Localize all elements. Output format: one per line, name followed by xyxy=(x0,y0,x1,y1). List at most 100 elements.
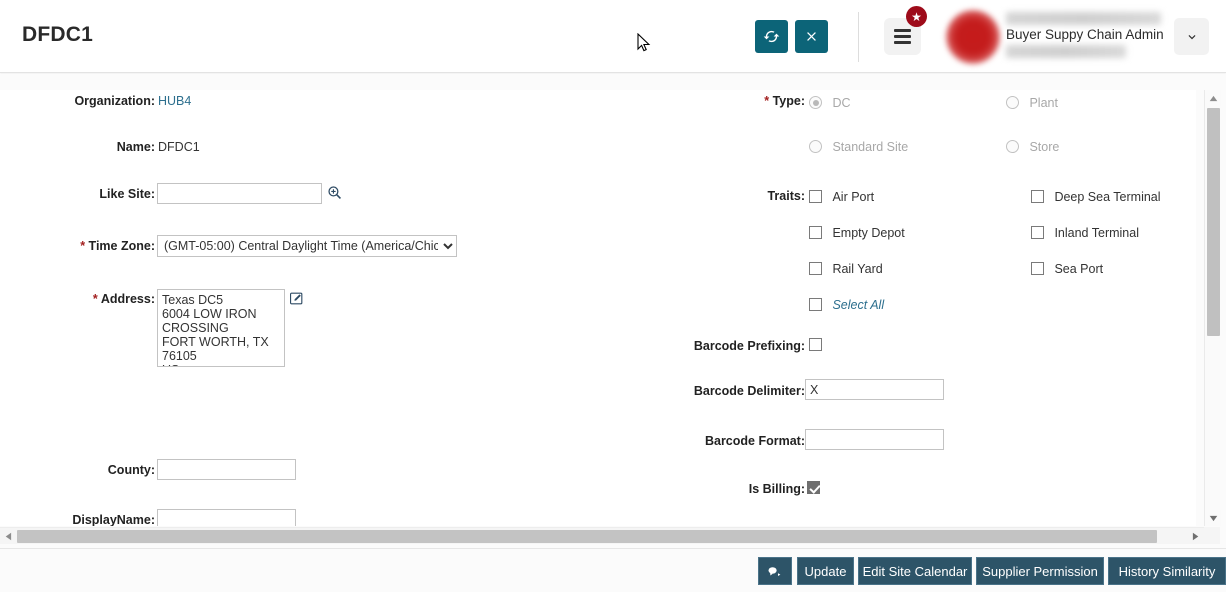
close-button[interactable] xyxy=(795,20,828,53)
address-edit-button[interactable] xyxy=(289,291,304,311)
form-right-column: * Type: DC Plant Standard Site Store Tra… xyxy=(600,90,1196,496)
site-detail-form: Organization: HUB4 Name: DFDC1 Like Site… xyxy=(0,90,1196,526)
chat-bubble-icon xyxy=(768,566,781,576)
trait-empty-depot[interactable]: Empty Depot xyxy=(809,224,905,242)
required-marker: * xyxy=(92,292,98,306)
update-button[interactable]: Update xyxy=(797,557,854,585)
required-marker: * xyxy=(764,94,770,108)
user-email-redacted xyxy=(1006,45,1126,58)
county-input[interactable] xyxy=(157,459,296,480)
trait-air-port[interactable]: Air Port xyxy=(809,188,874,206)
form-left-column: Organization: HUB4 Name: DFDC1 Like Site… xyxy=(0,90,600,526)
vertical-scrollbar[interactable] xyxy=(1204,90,1221,526)
type-option-standard-site[interactable]: Standard Site xyxy=(809,138,908,156)
trait-sea-port[interactable]: Sea Port xyxy=(1031,260,1103,278)
scroll-right-button[interactable] xyxy=(1187,528,1204,545)
user-name-redacted xyxy=(1006,12,1161,25)
barcode-prefixing-label: Barcode Prefixing: xyxy=(693,339,805,353)
hamburger-menu-icon xyxy=(894,26,911,47)
display-name-label: DisplayName: xyxy=(72,513,155,526)
trait-sea-port-label: Sea Port xyxy=(1054,261,1104,276)
supplier-permission-button[interactable]: Supplier Permission xyxy=(976,557,1104,585)
edit-site-calendar-button[interactable]: Edit Site Calendar xyxy=(858,557,972,585)
vertical-scrollbar-thumb[interactable] xyxy=(1207,108,1220,336)
trait-rail-yard-checkbox[interactable] xyxy=(809,262,822,276)
trait-inland-terminal[interactable]: Inland Terminal xyxy=(1031,224,1139,242)
display-name-input[interactable] xyxy=(157,509,296,526)
address-label: * Address: xyxy=(93,292,155,306)
type-label-text: Type: xyxy=(772,94,805,108)
type-option-plant-label: Plant xyxy=(1029,95,1058,110)
type-radio-store[interactable] xyxy=(1006,140,1019,154)
type-radio-dc[interactable] xyxy=(809,96,822,110)
type-label: * Type: xyxy=(764,94,805,108)
name-value: DFDC1 xyxy=(158,140,200,154)
type-option-plant[interactable]: Plant xyxy=(1006,94,1058,112)
trait-select-all-label[interactable]: Select All xyxy=(832,298,884,312)
trait-rail-yard-label: Rail Yard xyxy=(832,261,883,276)
type-radio-standard-site[interactable] xyxy=(809,140,822,154)
content-area: Organization: HUB4 Name: DFDC1 Like Site… xyxy=(0,74,1226,592)
caret-down-icon xyxy=(1209,515,1217,521)
trait-deep-sea-terminal-checkbox[interactable] xyxy=(1031,190,1044,204)
organization-label: Organization: xyxy=(74,94,155,108)
barcode-delimiter-input[interactable] xyxy=(805,379,944,400)
scroll-down-button[interactable] xyxy=(1205,510,1221,526)
county-label: County: xyxy=(107,463,155,477)
type-option-dc[interactable]: DC xyxy=(809,94,851,112)
like-site-label: Like Site: xyxy=(99,187,155,201)
trait-air-port-checkbox[interactable] xyxy=(809,190,822,204)
trait-empty-depot-label: Empty Depot xyxy=(832,225,905,240)
time-zone-label-text: Time Zone: xyxy=(88,239,155,253)
edit-pencil-icon xyxy=(290,292,303,305)
is-billing-checkbox[interactable] xyxy=(807,481,820,494)
address-textarea[interactable]: Texas DC5 6004 LOW IRON CROSSING FORT WO… xyxy=(157,289,285,367)
trait-select-all[interactable]: Select All xyxy=(809,296,884,314)
user-info: Buyer Suppy Chain Admin xyxy=(1006,12,1166,58)
trait-deep-sea-terminal-label: Deep Sea Terminal xyxy=(1054,189,1161,204)
trait-rail-yard[interactable]: Rail Yard xyxy=(809,260,883,278)
horizontal-scrollbar-thumb[interactable] xyxy=(17,530,1157,543)
barcode-format-label: Barcode Format: xyxy=(704,434,805,448)
avatar[interactable] xyxy=(946,10,1000,64)
scroll-up-button[interactable] xyxy=(1205,90,1221,106)
type-option-store-label: Store xyxy=(1029,139,1060,154)
trait-empty-depot-checkbox[interactable] xyxy=(809,226,822,240)
close-icon xyxy=(807,32,816,41)
organization-value[interactable]: HUB4 xyxy=(158,94,191,108)
barcode-delimiter-label: Barcode Delimiter: xyxy=(693,384,805,398)
caret-up-icon xyxy=(1209,95,1217,101)
trait-sea-port-checkbox[interactable] xyxy=(1031,262,1044,276)
page-title: DFDC1 xyxy=(22,23,94,46)
chevron-down-icon xyxy=(1188,34,1195,39)
caret-left-icon xyxy=(5,532,12,541)
header-divider xyxy=(858,12,859,62)
user-menu-dropdown-button[interactable] xyxy=(1174,18,1209,55)
time-zone-select[interactable]: (GMT-05:00) Central Daylight Time (Ameri… xyxy=(157,235,457,257)
app-header: DFDC1 ★ Buyer Suppy Chain Admin xyxy=(0,0,1226,73)
trait-deep-sea-terminal[interactable]: Deep Sea Terminal xyxy=(1031,188,1161,206)
scroll-left-button[interactable] xyxy=(0,528,17,545)
required-marker: * xyxy=(80,239,86,253)
caret-right-icon xyxy=(1192,532,1199,541)
history-similarity-button[interactable]: History Similarity xyxy=(1108,557,1226,585)
like-site-input[interactable] xyxy=(157,183,322,204)
trait-select-all-checkbox[interactable] xyxy=(809,298,822,312)
type-option-dc-label: DC xyxy=(832,95,851,110)
trait-air-port-label: Air Port xyxy=(832,189,875,204)
type-option-store[interactable]: Store xyxy=(1006,138,1059,156)
star-badge-glyph: ★ xyxy=(911,9,922,24)
like-site-search-button[interactable] xyxy=(326,184,343,206)
name-label: Name: xyxy=(116,140,155,154)
horizontal-scrollbar[interactable] xyxy=(0,527,1204,544)
barcode-prefixing-checkbox[interactable] xyxy=(809,338,822,351)
refresh-button[interactable] xyxy=(755,20,788,53)
chat-button[interactable] xyxy=(758,557,792,585)
traits-label: Traits: xyxy=(767,189,805,203)
star-badge-icon: ★ xyxy=(906,6,927,27)
barcode-format-input[interactable] xyxy=(805,429,944,450)
user-role-label: Buyer Suppy Chain Admin xyxy=(1006,27,1164,42)
trait-inland-terminal-checkbox[interactable] xyxy=(1031,226,1044,240)
type-radio-plant[interactable] xyxy=(1006,96,1019,110)
refresh-icon xyxy=(763,30,780,43)
